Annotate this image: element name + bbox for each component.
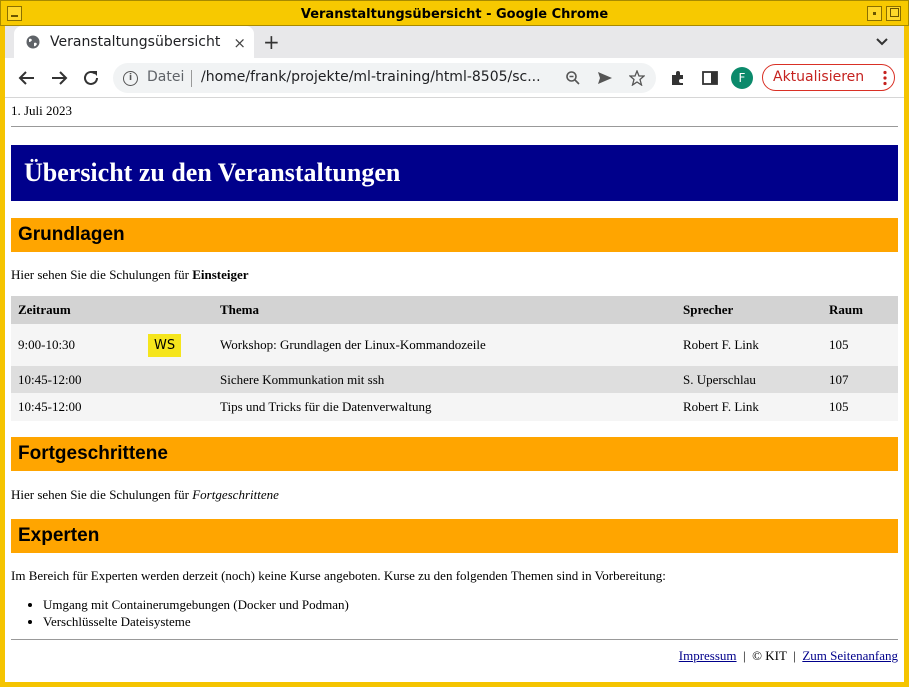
section-intro-experten: Im Bereich für Experten werden derzeit (… [11,568,666,583]
page-date: 1. Juli 2023 [11,103,73,118]
window-titlebar[interactable]: Veranstaltungsübersicht - Google Chrome [0,0,909,26]
cell-speaker: Robert F. Link [676,324,822,366]
footer-separator: | [793,648,796,663]
info-icon[interactable]: i [123,71,138,86]
window-maximize-button[interactable] [886,6,901,21]
close-tab-icon[interactable]: × [233,34,246,52]
footer-separator: | [743,648,746,663]
table-row: 9:00-10:30 WS Workshop: Grundlagen der L… [11,324,898,366]
zoom-icon[interactable] [565,70,581,86]
browser-window: Veranstaltungsübersicht × + i Datei /hom… [5,26,904,682]
cell-time: 9:00-10:30 [11,324,141,366]
schedule-table: Zeitraum Thema Sprecher Raum 9:00-10:30 … [11,296,898,421]
intro-emphasis: Fortgeschrittene [192,487,279,502]
column-header-raum: Raum [822,296,898,324]
column-header-zeitraum: Zeitraum [11,296,141,324]
extensions-puzzle-icon[interactable] [669,69,687,87]
column-header-badge [141,296,213,324]
cell-badge [141,393,213,421]
address-separator [191,70,192,87]
section-header-experten: Experten [11,519,898,553]
tab-strip: Veranstaltungsübersicht × + [5,26,904,58]
cell-room: 105 [822,393,898,421]
cell-speaker: Robert F. Link [676,393,822,421]
cell-topic: Sichere Kommunkation mit ssh [213,366,676,393]
page-footer: Impressum | © KIT | Zum Seitenanfang [679,648,898,664]
update-button-label: Aktualisieren [773,69,865,85]
back-to-top-link[interactable]: Zum Seitenanfang [802,648,898,663]
list-item: Umgang mit Containerumgebungen (Docker u… [43,597,349,613]
section-header-grundlagen: Grundlagen [11,218,898,252]
intro-emphasis: Einsteiger [192,267,249,282]
send-icon[interactable] [597,70,613,86]
cell-room: 105 [822,324,898,366]
cell-topic: Tips und Tricks für die Datenverwaltung [213,393,676,421]
star-icon[interactable] [629,70,645,86]
cell-topic: Workshop: Grundlagen der Linux-Kommandoz… [213,324,676,366]
window-title: Veranstaltungsübersicht - Google Chrome [300,7,609,22]
tab-title: Veranstaltungsübersicht [50,34,221,50]
chevron-down-icon[interactable] [874,33,890,49]
section-title: Experten [18,525,100,546]
section-title: Fortgeschrittene [18,443,168,464]
cell-time: 10:45-12:00 [11,393,141,421]
side-panel-icon[interactable] [701,69,719,87]
globe-icon [26,35,40,49]
more-vertical-icon[interactable] [883,70,887,86]
back-arrow-icon[interactable] [18,69,36,87]
tab-veranstaltungsuebersicht[interactable]: Veranstaltungsübersicht × [14,26,254,58]
reload-icon[interactable] [82,69,100,87]
browser-toolbar: i Datei /home/frank/projekte/ml-training… [5,58,904,98]
impressum-link[interactable]: Impressum [679,648,737,663]
new-tab-button[interactable]: + [263,30,280,54]
address-url[interactable]: /home/frank/projekte/ml-training/html-85… [201,69,551,85]
intro-text: Hier sehen Sie die Schulungen für [11,267,193,282]
cell-badge [141,366,213,393]
cell-speaker: S. Uperschlau [676,366,822,393]
profile-avatar[interactable]: F [731,67,753,89]
cell-time: 10:45-12:00 [11,366,141,393]
table-row: 10:45-12:00 Sichere Kommunkation mit ssh… [11,366,898,393]
bottom-divider [11,639,898,640]
column-header-thema: Thema [213,296,676,324]
top-divider [11,126,898,127]
cell-badge: WS [141,324,213,366]
table-header-row: Zeitraum Thema Sprecher Raum [11,296,898,324]
address-scheme-label: Datei [147,69,185,85]
section-intro-fortgeschrittene: Hier sehen Sie die Schulungen für Fortge… [11,487,279,503]
section-intro-grundlagen: Hier sehen Sie die Schulungen für Einste… [11,267,249,283]
intro-text: Hier sehen Sie die Schulungen für [11,487,193,502]
window-minimize-button[interactable] [867,6,882,21]
topic-list: Umgang mit Containerumgebungen (Docker u… [43,597,349,631]
update-button[interactable]: Aktualisieren [762,64,895,91]
page-title: Übersicht zu den Veranstaltungen [24,158,401,187]
table-row: 10:45-12:00 Tips und Tricks für die Date… [11,393,898,421]
page-content: 1. Juli 2023 Übersicht zu den Veranstalt… [5,99,904,682]
forward-arrow-icon[interactable] [50,69,68,87]
address-bar[interactable]: i Datei /home/frank/projekte/ml-training… [113,63,656,93]
cell-room: 107 [822,366,898,393]
column-header-sprecher: Sprecher [676,296,822,324]
section-title: Grundlagen [18,224,125,245]
workshop-badge: WS [148,333,182,357]
section-header-fortgeschrittene: Fortgeschrittene [11,437,898,471]
copyright-text: © KIT [752,648,787,663]
page-banner: Übersicht zu den Veranstaltungen [11,145,898,201]
list-item: Verschlüsselte Dateisysteme [43,614,349,630]
